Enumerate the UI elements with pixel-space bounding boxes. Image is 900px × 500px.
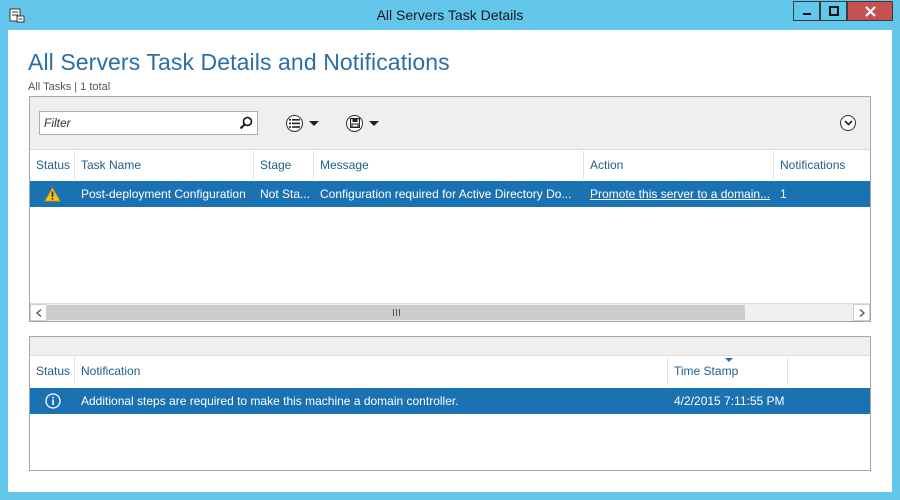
tasks-toolbar bbox=[30, 97, 870, 150]
client-area: All Servers Task Details and Notificatio… bbox=[8, 30, 892, 492]
tasks-panel: Status Task Name Stage Message Action No… bbox=[29, 96, 871, 322]
grip-icon bbox=[392, 309, 400, 316]
maximize-icon bbox=[828, 6, 839, 16]
filter-box bbox=[39, 111, 258, 135]
list-icon bbox=[286, 114, 303, 132]
info-icon bbox=[44, 393, 61, 409]
chevron-left-icon bbox=[35, 308, 41, 317]
notifications-panel: Status Notification Time Stamp Additiona… bbox=[29, 336, 871, 471]
maximize-button[interactable] bbox=[820, 1, 847, 21]
close-icon bbox=[864, 5, 876, 17]
chevron-down-icon bbox=[309, 120, 319, 126]
chevron-down-icon bbox=[843, 120, 853, 126]
filter-input[interactable] bbox=[40, 112, 230, 134]
chevron-right-icon bbox=[859, 308, 865, 317]
table-row[interactable]: Additional steps are required to make th… bbox=[30, 388, 870, 414]
search-icon[interactable] bbox=[239, 116, 253, 130]
action-link[interactable]: Promote this server to a domain... bbox=[584, 181, 774, 207]
tasks-grid-header: Status Task Name Stage Message Action No… bbox=[30, 151, 870, 179]
column-header-notifications[interactable]: Notifications bbox=[774, 151, 870, 179]
close-button[interactable] bbox=[847, 1, 893, 21]
scroll-right-button[interactable] bbox=[853, 304, 870, 321]
column-header-task-name[interactable]: Task Name bbox=[75, 151, 254, 179]
minimize-button[interactable] bbox=[793, 1, 820, 21]
task-count-subtitle: All Tasks | 1 total bbox=[28, 81, 111, 93]
time-stamp-cell: 4/2/2015 7:11:55 PM bbox=[674, 394, 785, 408]
column-header-action[interactable]: Action bbox=[584, 151, 774, 179]
message-cell: Configuration required for Active Direct… bbox=[320, 187, 572, 201]
sort-descending-icon bbox=[725, 358, 733, 362]
notification-text-cell: Additional steps are required to make th… bbox=[81, 394, 459, 408]
warning-icon bbox=[44, 186, 61, 202]
notifications-toolbar bbox=[30, 337, 870, 356]
list-options-button[interactable] bbox=[286, 113, 319, 133]
column-header-stage[interactable]: Stage bbox=[254, 151, 314, 179]
status-cell bbox=[30, 181, 75, 207]
task-name-cell: Post-deployment Configuration bbox=[81, 187, 246, 201]
table-row[interactable]: Post-deployment Configuration Not Sta...… bbox=[30, 181, 870, 207]
scroll-left-button[interactable] bbox=[30, 304, 47, 321]
minimize-icon bbox=[802, 13, 811, 15]
column-header-message[interactable]: Message bbox=[314, 151, 584, 179]
horizontal-scrollbar[interactable] bbox=[30, 303, 870, 321]
stage-cell: Not Sta... bbox=[260, 187, 311, 201]
window-title: All Servers Task Details bbox=[376, 7, 524, 23]
column-header-notification[interactable]: Notification bbox=[75, 357, 668, 385]
page-title: All Servers Task Details and Notificatio… bbox=[28, 49, 450, 75]
save-query-button[interactable] bbox=[346, 113, 379, 133]
chevron-down-icon bbox=[369, 120, 379, 126]
column-header-status[interactable]: Status bbox=[30, 151, 75, 179]
status-cell bbox=[30, 388, 75, 414]
notifications-grid-header: Status Notification Time Stamp bbox=[30, 357, 870, 385]
expand-button[interactable] bbox=[840, 115, 856, 131]
notifications-count-cell: 1 bbox=[780, 187, 787, 201]
title-bar: All Servers Task Details bbox=[0, 0, 900, 30]
scrollbar-thumb[interactable] bbox=[47, 305, 745, 320]
save-icon bbox=[346, 114, 363, 132]
column-header-status[interactable]: Status bbox=[30, 357, 75, 385]
